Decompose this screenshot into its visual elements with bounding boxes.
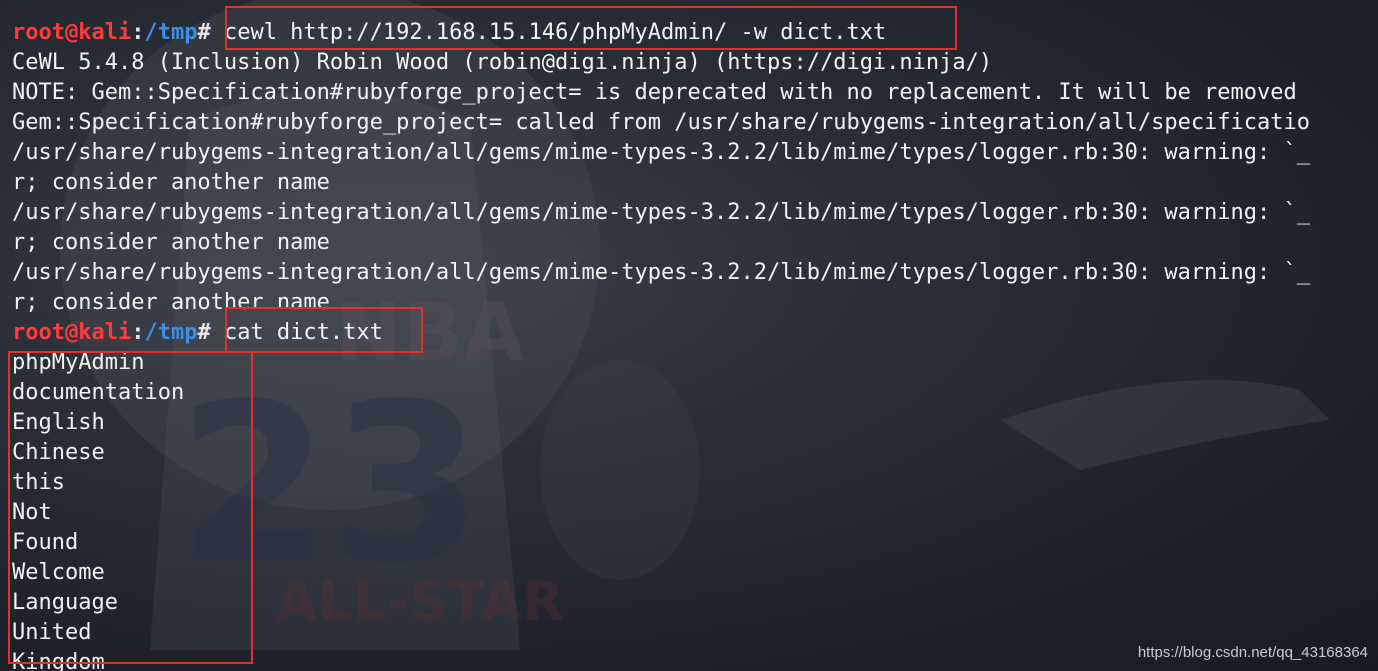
dict-word: Language [12,590,118,615]
prompt-path: /tmp [144,20,198,45]
output-line: NOTE: Gem::Specification#rubyforge_proje… [12,80,1297,105]
prompt-line-2: root@kali:/tmp# cat dict.txt [12,318,1378,348]
output-line: r; consider another name [12,290,330,315]
dict-word: Not [12,500,52,525]
output-line: Gem::Specification#rubyforge_project= ca… [12,110,1311,135]
prompt-at: @ [64,20,79,45]
output-line: CeWL 5.4.8 (Inclusion) Robin Wood (robin… [12,50,993,75]
command-cewl: cewl http://192.168.15.146/phpMyAdmin/ -… [223,20,887,45]
prompt-line-1: root@kali:/tmp# cewl http://192.168.15.1… [12,18,1378,48]
command-cat: cat dict.txt [223,320,383,345]
watermark: https://blog.csdn.net/qq_43168364 [1137,644,1368,661]
output-line: r; consider another name [12,170,330,195]
output-line: r; consider another name [12,230,330,255]
prompt-hash: # [197,320,211,345]
prompt-host: kali [78,20,132,45]
output-line: /usr/share/rubygems-integration/all/gems… [12,260,1311,285]
dict-word: phpMyAdmin [12,350,145,375]
dict-word: Found [12,530,79,555]
prompt-at: @ [64,320,79,345]
dict-word: Chinese [12,440,105,465]
dict-word: documentation [12,380,185,405]
prompt-user: root [12,20,65,45]
output-line: /usr/share/rubygems-integration/all/gems… [12,140,1311,165]
prompt-host: kali [78,320,132,345]
dict-word: English [12,410,105,435]
terminal-output: root@kali:/tmp# cewl http://192.168.15.1… [12,18,1378,671]
prompt-colon: : [131,320,145,345]
prompt-hash: # [197,20,211,45]
prompt-user: root [12,320,65,345]
prompt-colon: : [131,20,145,45]
output-line: /usr/share/rubygems-integration/all/gems… [12,200,1311,225]
dict-word: Welcome [12,560,105,585]
prompt-path: /tmp [144,320,198,345]
dict-word: this [12,470,65,495]
terminal-window[interactable]: 23 NBA ALL-STAR root@kali:/tmp# cewl htt… [0,0,1378,671]
